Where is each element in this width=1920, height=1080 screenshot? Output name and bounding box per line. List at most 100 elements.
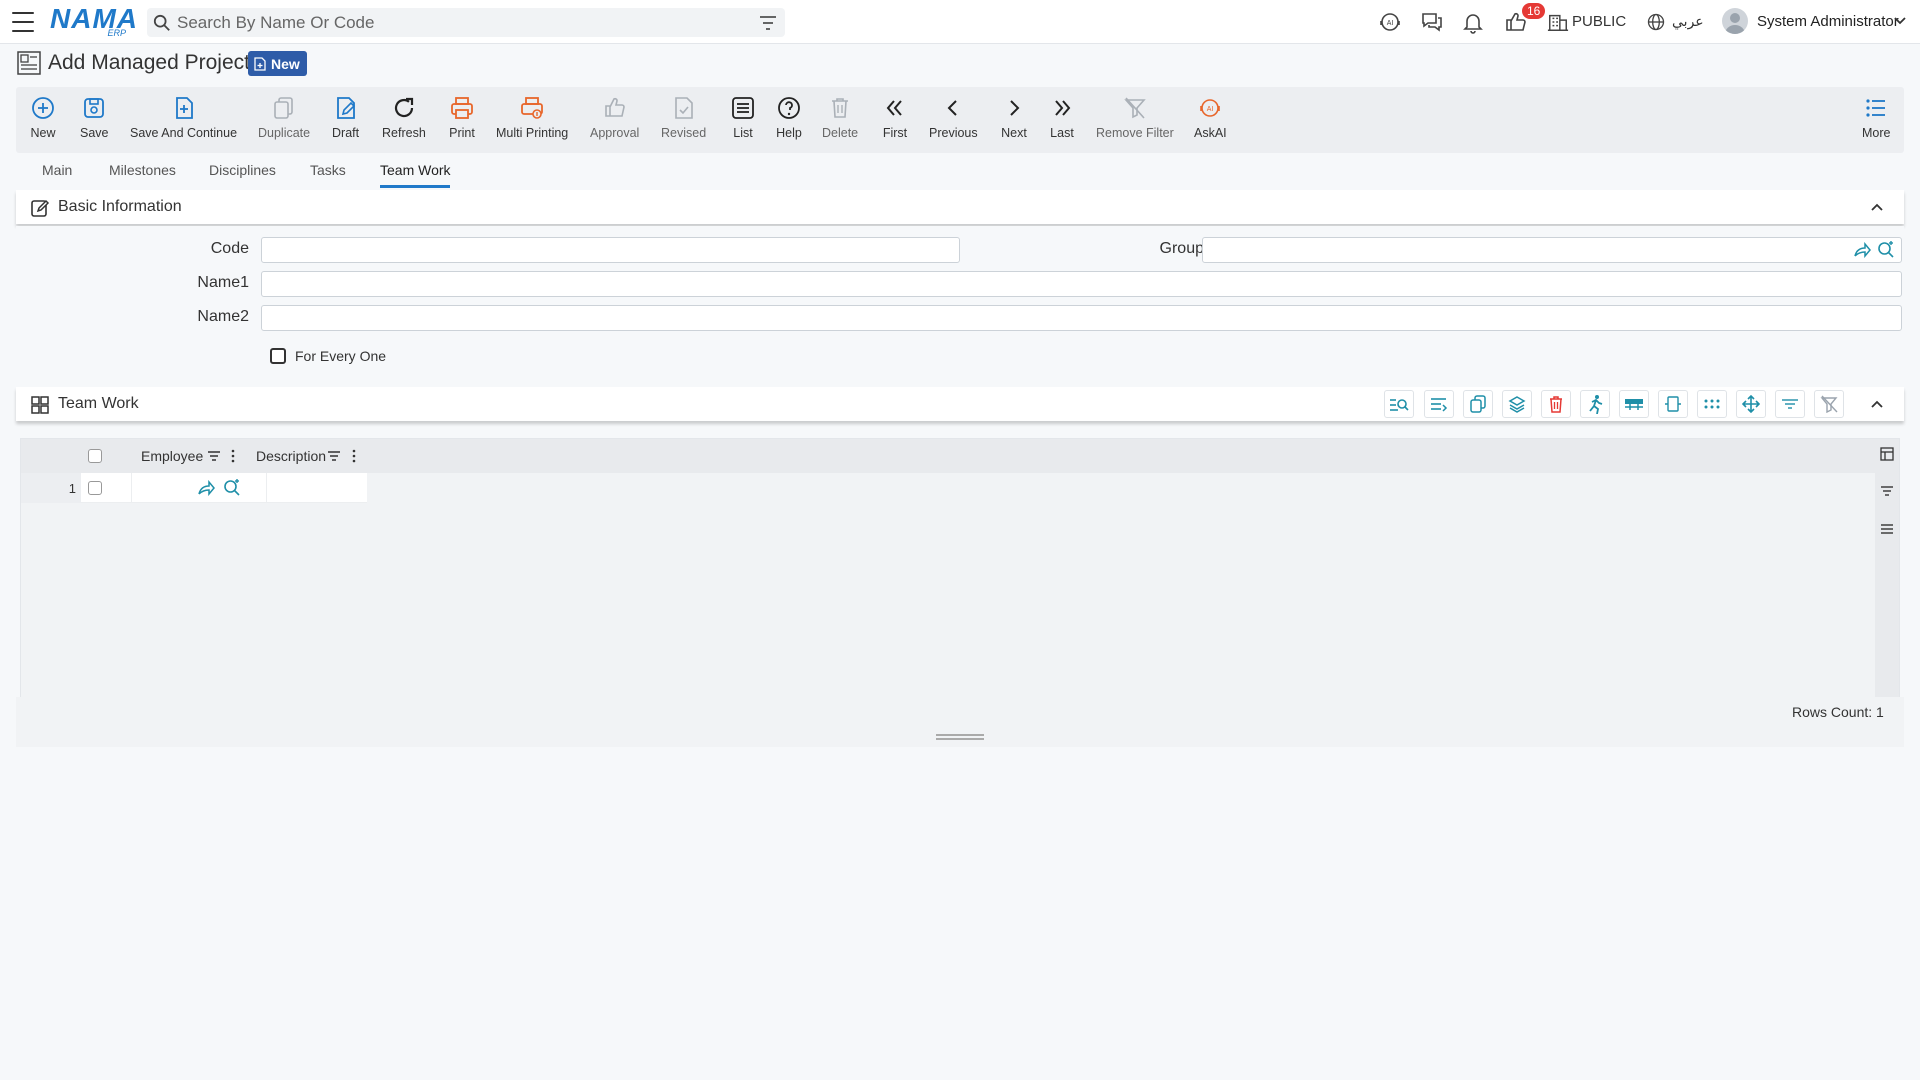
tab-milestones[interactable]: Milestones: [109, 162, 176, 178]
list-button[interactable]: List: [730, 95, 756, 140]
next-button[interactable]: Next: [1001, 95, 1027, 140]
column-header-description[interactable]: Description: [256, 448, 326, 464]
save-and-continue-button[interactable]: Save And Continue: [130, 95, 237, 140]
save-button-label: Save: [80, 126, 109, 140]
column-header-employee[interactable]: Employee: [141, 448, 203, 464]
remove-filter-icon: [1820, 395, 1838, 413]
search-icon[interactable]: [223, 479, 241, 497]
chevron-left-icon: [947, 100, 958, 116]
chevron-up-icon[interactable]: [1870, 200, 1884, 214]
user-name[interactable]: System Administrator: [1757, 13, 1899, 30]
language-switch[interactable]: عربي: [1672, 13, 1704, 30]
share-arrow-icon[interactable]: [197, 480, 215, 496]
search-icon: [153, 14, 170, 31]
grid-layers-button[interactable]: [1502, 390, 1532, 418]
avatar[interactable]: [1722, 8, 1748, 34]
active-tab-indicator: [380, 185, 450, 188]
grid-columns-button[interactable]: [1619, 390, 1649, 418]
branch-label[interactable]: PUBLIC: [1572, 13, 1626, 30]
tab-tasks[interactable]: Tasks: [310, 162, 346, 178]
save-and-continue-label: Save And Continue: [130, 126, 238, 140]
list-add-icon: [1431, 398, 1448, 412]
duplicate-icon: [274, 97, 293, 119]
name2-field[interactable]: [261, 305, 1902, 331]
draft-button[interactable]: Draft: [332, 95, 359, 140]
svg-text:AI: AI: [1387, 20, 1394, 27]
bell-icon[interactable]: [1459, 8, 1487, 36]
new-button[interactable]: New: [30, 95, 56, 140]
tab-main[interactable]: Main: [42, 162, 72, 178]
first-button[interactable]: First: [882, 95, 908, 140]
previous-button[interactable]: Previous: [929, 95, 978, 140]
group-field[interactable]: [1202, 237, 1902, 263]
globe-icon[interactable]: [1642, 8, 1670, 36]
grid-filter-button[interactable]: [1775, 390, 1805, 418]
status-badge-label: New: [271, 55, 300, 72]
grid-move-button[interactable]: [1736, 390, 1766, 418]
tab-disciplines[interactable]: Disciplines: [209, 162, 276, 178]
grid-delete-button[interactable]: [1541, 390, 1571, 418]
askai-button[interactable]: AI AskAI: [1194, 95, 1227, 140]
filter-icon[interactable]: [1880, 485, 1894, 497]
grid-run-button[interactable]: [1580, 390, 1610, 418]
basic-information-header[interactable]: Basic Information: [16, 190, 1904, 224]
menu-icon[interactable]: [12, 12, 34, 32]
thumbs-up-icon: [604, 97, 625, 117]
name1-field[interactable]: [261, 271, 1902, 297]
code-field[interactable]: [261, 237, 960, 263]
share-arrow-icon[interactable]: [1853, 242, 1871, 258]
team-work-grid: Employee Description 1: [20, 438, 1900, 698]
select-all-checkbox[interactable]: [88, 449, 102, 463]
basic-information-form: Code Group Name1 Name2 For Every One: [16, 226, 1904, 376]
table-row[interactable]: 1: [21, 473, 367, 503]
grid-remove-filter-button[interactable]: [1814, 390, 1844, 418]
print-button[interactable]: Print: [449, 95, 475, 140]
for-every-one-checkbox[interactable]: [270, 348, 286, 364]
tab-team-work[interactable]: Team Work: [380, 162, 451, 178]
remove-filter-button[interactable]: Remove Filter: [1096, 95, 1174, 140]
filter-icon[interactable]: [759, 15, 777, 31]
refresh-button[interactable]: Refresh: [382, 95, 426, 140]
save-continue-icon: [175, 97, 193, 119]
approval-button[interactable]: Approval: [590, 95, 639, 140]
resize-handle[interactable]: [936, 734, 984, 740]
grid-expand-button[interactable]: [1658, 390, 1688, 418]
grid-search-button[interactable]: [1384, 390, 1414, 418]
search-icon[interactable]: [1877, 241, 1895, 259]
more-button[interactable]: More: [1862, 95, 1890, 140]
grid-dots-button[interactable]: [1697, 390, 1727, 418]
more-list-icon: [1866, 99, 1886, 117]
revised-document-icon: [674, 97, 693, 119]
grid-add-row-button[interactable]: [1424, 390, 1454, 418]
logo[interactable]: NAMA ERP: [50, 4, 137, 39]
column-filter-icon[interactable]: [207, 450, 221, 462]
multi-printing-label: Multi Printing: [496, 126, 569, 140]
layers-icon: [1508, 396, 1526, 413]
column-filter-icon[interactable]: [327, 450, 341, 462]
chevron-down-icon[interactable]: [1893, 14, 1907, 28]
save-button[interactable]: Save: [80, 95, 109, 140]
running-person-icon: [1589, 395, 1603, 414]
row-checkbox[interactable]: [88, 481, 102, 495]
revised-button[interactable]: Revised: [661, 95, 706, 140]
description-cell[interactable]: [267, 473, 367, 503]
table-icon[interactable]: [1880, 447, 1894, 461]
ai-assistant-icon[interactable]: AI: [1376, 8, 1404, 36]
grid-copy-button[interactable]: [1463, 390, 1493, 418]
askai-icon: AI: [1200, 99, 1221, 117]
column-menu-icon[interactable]: [352, 449, 356, 463]
chat-icon[interactable]: [1418, 8, 1446, 36]
help-button[interactable]: Help: [776, 95, 802, 140]
delete-button[interactable]: Delete: [822, 95, 858, 140]
column-menu-icon[interactable]: [231, 449, 235, 463]
menu-lines-icon[interactable]: [1880, 523, 1894, 535]
last-button[interactable]: Last: [1049, 95, 1075, 140]
duplicate-button[interactable]: Duplicate: [258, 95, 310, 140]
notification-badge: 16: [1522, 3, 1546, 19]
trash-icon: [1550, 396, 1562, 413]
chevron-up-icon[interactable]: [1870, 397, 1884, 411]
multi-printing-button[interactable]: Multi Printing: [496, 95, 568, 140]
building-icon[interactable]: [1544, 8, 1572, 36]
search-input[interactable]: [177, 12, 737, 33]
refresh-icon: [394, 97, 413, 118]
